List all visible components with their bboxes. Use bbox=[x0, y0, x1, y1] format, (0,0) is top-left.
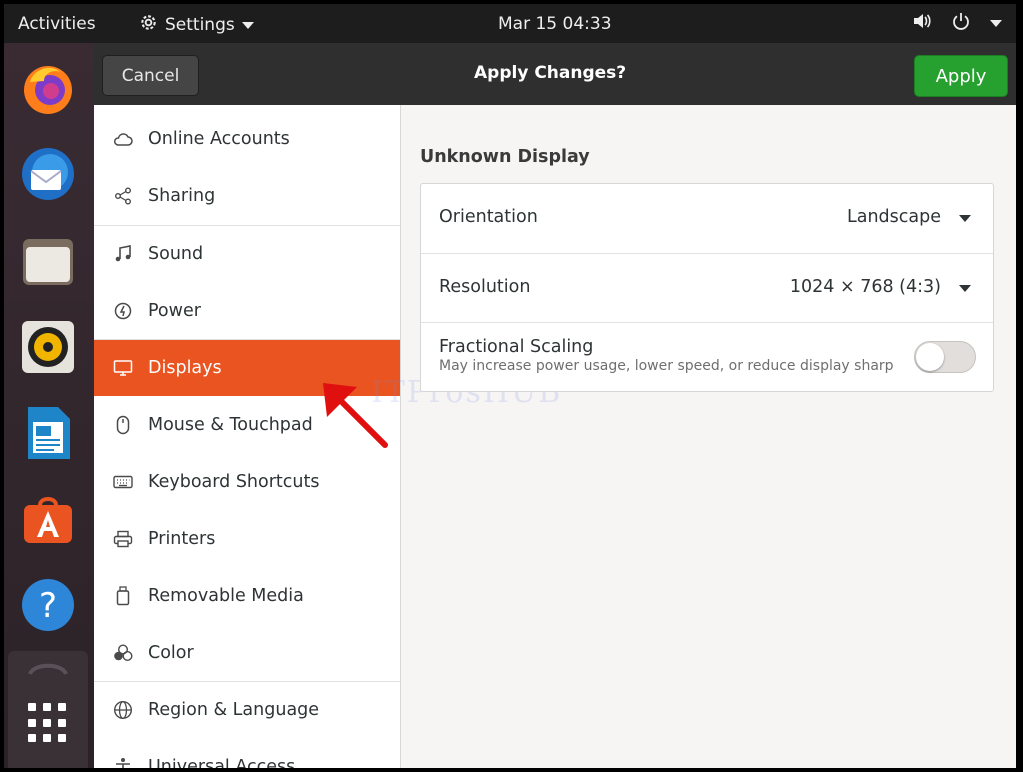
activities-button[interactable]: Activities bbox=[18, 14, 96, 34]
sidebar-item-label: Region & Language bbox=[148, 700, 320, 720]
app-menu-label: Settings bbox=[165, 15, 235, 35]
svg-text:?: ? bbox=[39, 586, 57, 626]
sidebar-item-removable-media[interactable]: Removable Media bbox=[94, 568, 400, 624]
sidebar-item-label: Removable Media bbox=[148, 586, 304, 606]
mouse-icon bbox=[112, 414, 134, 436]
globe-icon bbox=[112, 699, 134, 721]
libreoffice-writer-icon[interactable] bbox=[20, 405, 76, 461]
show-applications-icon[interactable] bbox=[28, 703, 68, 743]
sidebar-item-label: Keyboard Shortcuts bbox=[148, 472, 320, 492]
sidebar-item-keyboard-shortcuts[interactable]: Keyboard Shortcuts bbox=[94, 454, 400, 510]
toggle-knob bbox=[916, 343, 944, 371]
help-icon[interactable]: ? bbox=[20, 577, 76, 633]
rhythmbox-icon[interactable] bbox=[20, 319, 76, 375]
chevron-down-icon bbox=[990, 20, 1002, 27]
sidebar-item-sharing[interactable]: Sharing bbox=[94, 168, 400, 224]
header-title: Apply Changes? bbox=[474, 63, 627, 83]
app-menu[interactable]: Settings bbox=[139, 13, 254, 37]
resolution-value[interactable]: 1024 × 768 (4:3) bbox=[790, 277, 941, 297]
sidebar-item-region-language[interactable]: Region & Language bbox=[94, 682, 400, 738]
displays-panel: Unknown Display ITProsHUB Orientation La… bbox=[371, 105, 1016, 768]
system-tray[interactable] bbox=[912, 12, 1002, 35]
orientation-row[interactable]: Orientation Landscape bbox=[421, 184, 993, 252]
accessibility-icon bbox=[112, 756, 134, 768]
fractional-scaling-row: Fractional Scaling May increase power us… bbox=[421, 322, 993, 391]
thunderbird-icon[interactable] bbox=[20, 146, 76, 202]
keyboard-icon bbox=[112, 471, 134, 493]
cloud-icon bbox=[112, 128, 134, 150]
sidebar-item-label: Universal Access bbox=[148, 757, 296, 768]
clock[interactable]: Mar 15 04:33 bbox=[498, 14, 612, 34]
display-name-heading: Unknown Display bbox=[420, 147, 590, 167]
cancel-button[interactable]: Cancel bbox=[102, 55, 199, 96]
fractional-scaling-toggle[interactable] bbox=[914, 341, 976, 373]
display-icon bbox=[112, 357, 134, 379]
power-menu-icon bbox=[952, 12, 970, 35]
software-icon[interactable] bbox=[20, 491, 76, 547]
sidebar-item-label: Sound bbox=[148, 244, 204, 264]
sidebar-item-label: Displays bbox=[148, 358, 222, 378]
sidebar-item-label: Power bbox=[148, 301, 201, 321]
chevron-down-icon bbox=[241, 21, 254, 29]
files-icon[interactable] bbox=[20, 233, 76, 289]
sidebar-item-online-accounts[interactable]: Online Accounts bbox=[94, 111, 400, 167]
dock: ? bbox=[4, 43, 94, 768]
usb-icon bbox=[112, 585, 134, 607]
top-bar: Activities Settings Mar 15 04:33 bbox=[4, 4, 1016, 43]
sidebar-item-label: Online Accounts bbox=[148, 129, 290, 149]
resolution-label: Resolution bbox=[439, 277, 531, 297]
sidebar-item-label: Sharing bbox=[148, 186, 216, 206]
sidebar-item-label: Color bbox=[148, 643, 194, 663]
volume-icon bbox=[912, 12, 932, 35]
apply-button[interactable]: Apply bbox=[914, 55, 1008, 97]
settings-gear-icon bbox=[139, 13, 158, 37]
fractional-scaling-label: Fractional Scaling bbox=[439, 337, 594, 357]
color-icon bbox=[112, 642, 134, 664]
orientation-value[interactable]: Landscape bbox=[847, 207, 941, 227]
sidebar-item-printers[interactable]: Printers bbox=[94, 511, 400, 567]
header-bar: Cancel Apply Changes? Apply bbox=[94, 43, 1016, 106]
firefox-icon[interactable] bbox=[20, 60, 76, 116]
fractional-scaling-description: May increase power usage, lower speed, o… bbox=[439, 358, 894, 374]
printer-icon bbox=[112, 528, 134, 550]
annotation-arrow-icon bbox=[323, 383, 388, 448]
chevron-down-icon[interactable] bbox=[959, 215, 971, 222]
sidebar-item-label: Mouse & Touchpad bbox=[148, 415, 313, 435]
display-settings-list: Orientation Landscape Resolution 1024 × … bbox=[420, 183, 994, 392]
share-icon bbox=[112, 185, 134, 207]
sidebar-item-color[interactable]: Color bbox=[94, 625, 400, 681]
orientation-label: Orientation bbox=[439, 207, 538, 227]
sidebar-item-power[interactable]: Power bbox=[94, 283, 400, 339]
chevron-down-icon[interactable] bbox=[959, 285, 971, 292]
screen: Activities Settings Mar 15 04:33 ? Cance… bbox=[4, 4, 1016, 768]
power-icon bbox=[112, 300, 134, 322]
sidebar-item-sound[interactable]: Sound bbox=[94, 226, 400, 282]
music-note-icon bbox=[112, 243, 134, 265]
resolution-row[interactable]: Resolution 1024 × 768 (4:3) bbox=[421, 253, 993, 322]
sidebar-item-label: Printers bbox=[148, 529, 216, 549]
sidebar-item-universal-access[interactable]: Universal Access bbox=[94, 739, 400, 768]
